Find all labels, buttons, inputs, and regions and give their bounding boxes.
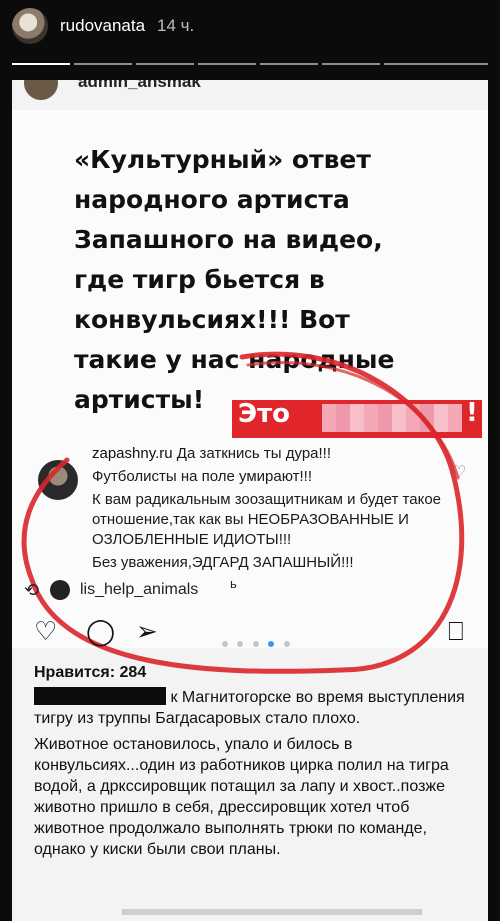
comment-username: zapashny.ru: [92, 445, 173, 462]
comment-block: zapashny.ru Да заткнись ты дура!!! Футбо…: [92, 444, 452, 576]
heart-icon[interactable]: ♡: [34, 616, 57, 647]
story-progress-7: [384, 63, 488, 65]
repost-username[interactable]: lis_help_animals: [80, 581, 198, 599]
redacted-text: [34, 687, 166, 705]
caption-paragraph-1: к Магнитогорске во время выступления тиг…: [34, 687, 474, 729]
comment-text-2: Футболисты на поле умирают!!!: [92, 468, 313, 485]
post-header: admin_ansmak: [12, 80, 488, 108]
send-icon[interactable]: ➢: [136, 616, 158, 647]
story-progress-3: [136, 63, 194, 65]
repost-icon: ⟲: [24, 580, 40, 600]
story-progress-4: [198, 63, 256, 65]
story-progress-2: [74, 63, 132, 65]
post-avatar[interactable]: [24, 80, 58, 100]
carousel-dots: [222, 634, 295, 652]
action-bar: ♡ ◯ ➢ ⎕: [12, 616, 488, 660]
repost-avatar: [50, 580, 70, 600]
story-progress-6: [322, 63, 380, 65]
comment-avatar: [38, 460, 78, 500]
comment-icon[interactable]: ◯: [86, 616, 115, 647]
comment-text-1: Да заткнись ты дура!!!: [176, 445, 332, 462]
pixelated-word: [322, 404, 462, 432]
post-headline: «Культурный» ответ народного артиста Зап…: [74, 145, 395, 414]
story-progress-1: [12, 63, 70, 65]
comment-text-4: Без уважения,ЭДГАРД ЗАПАШНЫЙ!!!: [92, 554, 354, 571]
carousel-dot: [222, 641, 228, 647]
story-time: 14 ч.: [157, 16, 195, 35]
carousel-dot: [252, 641, 259, 647]
post-screenshot: admin_ansmak «Культурный» ответ народног…: [12, 80, 488, 921]
comment-text-3: К вам радикальным зоозащитникам и будет …: [92, 491, 442, 548]
banner-word: Это: [238, 399, 291, 429]
banner-exclamation: !: [466, 398, 478, 428]
caption-text-2: Животное остановилось, упало и билось в …: [34, 736, 449, 858]
comment-line-1: zapashny.ru Да заткнись ты дура!!!: [92, 444, 452, 464]
bottom-strip: [122, 909, 422, 915]
carousel-dot: [283, 641, 290, 647]
post-username[interactable]: admin_ansmak: [78, 80, 201, 92]
likes-count[interactable]: Нравится: 284: [34, 664, 146, 682]
post-image: «Культурный» ответ народного артиста Зап…: [12, 110, 488, 674]
story-header: rudovanata 14 ч.: [0, 0, 500, 70]
story-username[interactable]: rudovanata: [60, 16, 145, 36]
post-caption: к Магнитогорске во время выступления тиг…: [34, 687, 474, 865]
story-progress-5: [260, 63, 318, 65]
comment-heart-icon: ♡: [452, 464, 467, 481]
bookmark-icon[interactable]: ⎕: [448, 616, 464, 648]
carousel-dot: [237, 641, 244, 647]
carousel-dot-active: [268, 641, 275, 647]
repost-suffix: ь: [230, 576, 237, 591]
story-avatar[interactable]: [12, 8, 48, 44]
